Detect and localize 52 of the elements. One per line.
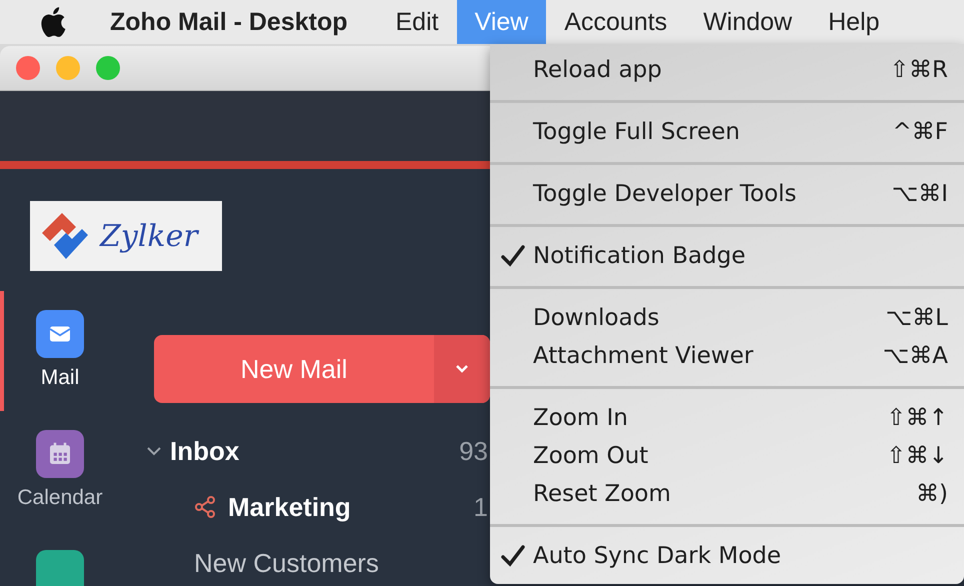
menu-item[interactable]: Toggle Developer Tools ⌥⌘I <box>490 175 964 213</box>
menu-item-label: Reload app <box>533 57 662 83</box>
folder-name: Marketing <box>228 492 351 522</box>
app-icon <box>36 550 84 586</box>
menu-item-label: Notification Badge <box>533 243 746 269</box>
menu-item[interactable]: Zoom In ⇧⌘↑ <box>490 399 964 437</box>
nav-item[interactable]: Mail <box>0 291 120 411</box>
menu-item-label: Toggle Full Screen <box>533 119 740 145</box>
folder-item[interactable]: New Customers <box>146 535 490 586</box>
app-name: Zoho Mail - Desktop <box>110 8 348 36</box>
nav-item[interactable]: Calendar <box>0 411 120 531</box>
minimize-button[interactable] <box>56 56 80 80</box>
shortcut: ⌥⌘A <box>882 343 948 369</box>
calendar-icon <box>36 430 84 478</box>
unread-count: 93 <box>459 436 488 466</box>
shortcut: ⌥⌘I <box>892 181 948 207</box>
shortcut: ⌘) <box>916 481 948 507</box>
menu-item-label: Zoom Out <box>533 443 648 469</box>
menu-item[interactable]: Downloads ⌥⌘L <box>490 299 964 337</box>
shortcut: ⇧⌘↑ <box>886 405 948 431</box>
menu-item[interactable]: Auto Sync Dark Mode <box>490 537 964 575</box>
menu-item[interactable]: Attachment Viewer ⌥⌘A <box>490 337 964 375</box>
menu-item-label: Auto Sync Dark Mode <box>533 543 782 569</box>
folder-name: New Customers <box>194 548 379 578</box>
menu-item-label: Zoom In <box>533 405 628 431</box>
menu-title[interactable]: Accounts <box>546 0 686 44</box>
logo-text: Zylker <box>100 218 198 254</box>
close-button[interactable] <box>16 56 40 80</box>
menu-item-label: Reset Zoom <box>533 481 671 507</box>
zoom-button[interactable] <box>96 56 120 80</box>
mail-icon <box>36 310 84 358</box>
shortcut: ^⌘F <box>892 119 948 145</box>
menu-item-label: Attachment Viewer <box>533 343 754 369</box>
shortcut: ⌥⌘L <box>886 305 948 331</box>
menu-item-label: Downloads <box>533 305 660 331</box>
menu-item[interactable]: Reset Zoom ⌘) <box>490 475 964 513</box>
menu-title[interactable]: Window <box>685 0 810 44</box>
shortcut: ⇧⌘↓ <box>886 443 948 469</box>
menu-title[interactable]: Edit <box>378 0 457 44</box>
menu-item[interactable]: Zoom Out ⇧⌘↓ <box>490 437 964 475</box>
shortcut: ⇧⌘R <box>890 57 948 83</box>
menu-item[interactable]: Toggle Full Screen ^⌘F <box>490 113 964 151</box>
share-icon <box>194 496 216 518</box>
unread-count: 1 <box>474 492 488 522</box>
nav-label: Calendar <box>17 486 103 510</box>
nav-label: Mail <box>40 366 80 390</box>
menu-item-label: Toggle Developer Tools <box>533 181 797 207</box>
folder-name: Inbox <box>170 436 240 466</box>
menu-item[interactable]: Notification Badge <box>490 237 964 275</box>
folder-item[interactable]: Marketing 1 <box>146 479 490 535</box>
folder-item[interactable]: Inbox 93 <box>146 423 490 479</box>
menu-title[interactable]: Help <box>810 0 898 44</box>
